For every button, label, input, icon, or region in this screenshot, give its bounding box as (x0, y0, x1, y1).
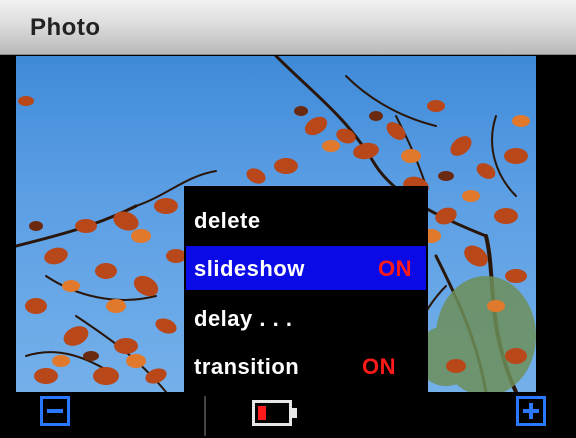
battery-level-fill (258, 406, 266, 420)
menu-item-label: transition (194, 354, 300, 379)
photo-app-screen: Photo delete slideshow ON delay . . . tr… (0, 0, 576, 438)
background-foliage (416, 276, 536, 392)
menu-item-label: delay . . . (194, 306, 293, 331)
toolbar-divider (204, 396, 206, 436)
options-menu: delete slideshow ON delay . . . transiti… (184, 186, 428, 392)
minus-icon (47, 409, 63, 413)
battery-tip (292, 408, 297, 418)
zoom-out-button[interactable] (40, 396, 70, 426)
title-bar: Photo (0, 0, 576, 55)
transition-status-value: ON (362, 354, 396, 379)
menu-item-transition[interactable]: transition ON (186, 344, 426, 388)
menu-item-label: slideshow (194, 256, 305, 281)
menu-item-label: delete (194, 208, 261, 233)
battery-body (252, 400, 292, 426)
bottom-toolbar (0, 392, 576, 438)
menu-item-slideshow[interactable]: slideshow ON (186, 246, 426, 290)
battery-icon (252, 400, 298, 426)
photo-right-border (536, 56, 576, 392)
slideshow-status-value: ON (378, 256, 412, 281)
zoom-in-button[interactable] (516, 396, 546, 426)
plus-icon (529, 403, 533, 419)
menu-item-delay[interactable]: delay . . . (186, 296, 426, 340)
window-title: Photo (30, 14, 101, 41)
menu-item-delete[interactable]: delete (186, 198, 426, 242)
